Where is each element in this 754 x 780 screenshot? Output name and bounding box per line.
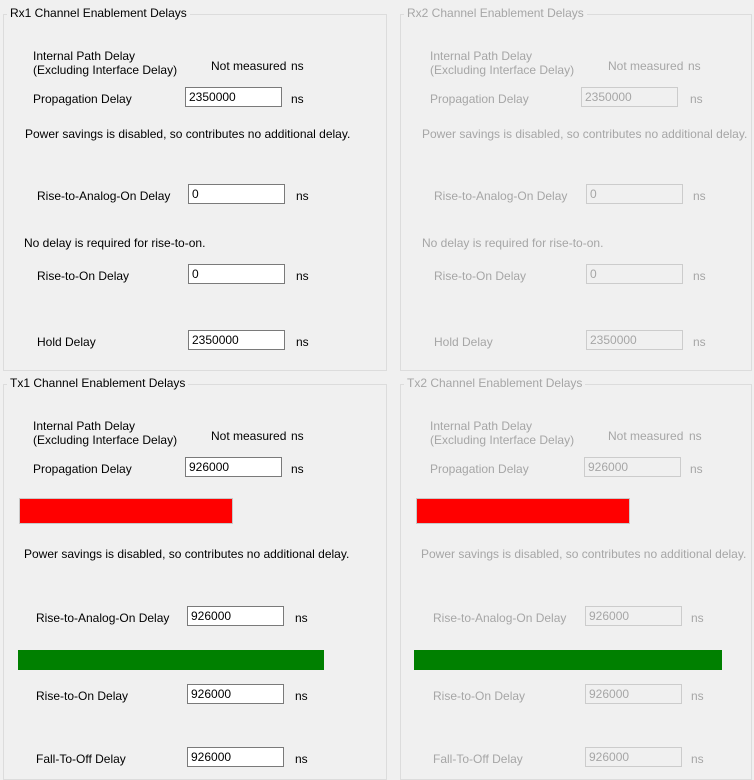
- tx1-group: Tx1 Channel Enablement Delays Internal P…: [3, 375, 387, 780]
- rx1-internal-path-label: Internal Path Delay (Excluding Interface …: [33, 49, 178, 77]
- tx2-propagation-input[interactable]: [584, 457, 681, 477]
- tx1-status-indicator-green: [18, 650, 324, 670]
- tx2-group: Tx2 Channel Enablement Delays Internal P…: [400, 375, 752, 780]
- tx2-fall-off-input[interactable]: [585, 747, 682, 767]
- rx2-group: Rx2 Channel Enablement Delays Internal P…: [400, 5, 752, 371]
- rx1-rise-analog-unit: ns: [296, 189, 309, 203]
- tx2-fall-off-unit: ns: [691, 752, 704, 766]
- tx1-fall-off-label: Fall-To-Off Delay: [36, 752, 126, 766]
- tx1-propagation-label: Propagation Delay: [33, 462, 132, 476]
- rx2-propagation-label: Propagation Delay: [430, 92, 529, 106]
- tx2-fall-off-label: Fall-To-Off Delay: [433, 752, 523, 766]
- tx1-rise-analog-unit: ns: [295, 611, 308, 625]
- tx1-rise-on-input[interactable]: [187, 684, 284, 704]
- tx1-rise-on-unit: ns: [295, 689, 308, 703]
- tx1-propagation-input[interactable]: [185, 457, 282, 477]
- rx2-hold-unit: ns: [693, 335, 706, 349]
- rx2-group-title: Rx2 Channel Enablement Delays: [404, 6, 587, 20]
- tx1-power-savings-note: Power savings is disabled, so contribute…: [24, 547, 350, 561]
- rx1-internal-path-value: Not measured: [211, 59, 287, 73]
- rx1-group: Rx1 Channel Enablement Delays Internal P…: [3, 5, 387, 371]
- tx2-rise-on-label: Rise-to-On Delay: [433, 689, 526, 703]
- rx1-rise-on-note: No delay is required for rise-to-on.: [24, 236, 206, 250]
- tx1-fall-off-unit: ns: [295, 752, 308, 766]
- rx2-rise-analog-input[interactable]: [586, 184, 683, 204]
- rx2-rise-analog-label: Rise-to-Analog-On Delay: [434, 189, 568, 203]
- tx1-internal-path-value: Not measured: [211, 429, 287, 443]
- rx1-hold-label: Hold Delay: [37, 335, 96, 349]
- tx2-rise-analog-unit: ns: [691, 611, 704, 625]
- tx2-internal-path-unit: ns: [689, 429, 702, 443]
- tx1-rise-analog-label: Rise-to-Analog-On Delay: [36, 611, 170, 625]
- rx1-rise-analog-label: Rise-to-Analog-On Delay: [37, 189, 171, 203]
- tx2-propagation-unit: ns: [690, 462, 703, 476]
- tx2-status-indicator-red: [416, 498, 630, 524]
- rx1-rise-analog-input[interactable]: [188, 184, 285, 204]
- rx2-rise-on-note: No delay is required for rise-to-on.: [422, 236, 604, 250]
- rx2-rise-on-label: Rise-to-On Delay: [434, 269, 527, 283]
- rx2-internal-path-label: Internal Path Delay (Excluding Interface …: [430, 49, 575, 77]
- rx2-propagation-unit: ns: [690, 92, 703, 106]
- rx1-rise-on-input[interactable]: [188, 264, 285, 284]
- tx2-internal-path-value: Not measured: [608, 429, 684, 443]
- rx1-hold-input[interactable]: [188, 330, 285, 350]
- rx2-rise-analog-unit: ns: [693, 189, 706, 203]
- tx2-rise-analog-label: Rise-to-Analog-On Delay: [433, 611, 567, 625]
- rx2-internal-path-unit: ns: [688, 59, 701, 73]
- rx2-power-savings-note: Power savings is disabled, so contribute…: [422, 127, 748, 141]
- tx2-status-indicator-green: [414, 650, 722, 670]
- rx2-rise-on-input[interactable]: [586, 264, 683, 284]
- tx1-rise-on-label: Rise-to-On Delay: [36, 689, 129, 703]
- tx2-rise-on-unit: ns: [691, 689, 704, 703]
- tx2-internal-path-label: Internal Path Delay (Excluding Interface …: [430, 419, 575, 447]
- tx2-group-title: Tx2 Channel Enablement Delays: [404, 376, 586, 390]
- rx1-power-savings-note: Power savings is disabled, so contribute…: [25, 127, 351, 141]
- rx1-group-title: Rx1 Channel Enablement Delays: [7, 6, 190, 20]
- rx1-propagation-input[interactable]: [185, 87, 282, 107]
- tx2-power-savings-note: Power savings is disabled, so contribute…: [421, 547, 747, 561]
- rx1-propagation-label: Propagation Delay: [33, 92, 132, 106]
- tx1-status-indicator-red: [19, 498, 233, 524]
- rx1-propagation-unit: ns: [291, 92, 304, 106]
- rx1-hold-unit: ns: [296, 335, 309, 349]
- rx1-internal-path-unit: ns: [291, 59, 304, 73]
- tx1-fall-off-input[interactable]: [187, 747, 284, 767]
- tx1-group-title: Tx1 Channel Enablement Delays: [7, 376, 189, 390]
- tx1-internal-path-label: Internal Path Delay (Excluding Interface …: [33, 419, 178, 447]
- tx2-rise-on-input[interactable]: [585, 684, 682, 704]
- rx1-rise-on-unit: ns: [296, 269, 309, 283]
- rx1-rise-on-label: Rise-to-On Delay: [37, 269, 130, 283]
- rx2-hold-input[interactable]: [586, 330, 683, 350]
- tx2-rise-analog-input[interactable]: [585, 606, 682, 626]
- tx1-propagation-unit: ns: [291, 462, 304, 476]
- tx1-rise-analog-input[interactable]: [187, 606, 284, 626]
- rx2-rise-on-unit: ns: [693, 269, 706, 283]
- rx2-internal-path-value: Not measured: [608, 59, 684, 73]
- tx2-propagation-label: Propagation Delay: [430, 462, 529, 476]
- rx2-propagation-input[interactable]: [581, 87, 678, 107]
- tx1-internal-path-unit: ns: [291, 429, 304, 443]
- rx2-hold-label: Hold Delay: [434, 335, 493, 349]
